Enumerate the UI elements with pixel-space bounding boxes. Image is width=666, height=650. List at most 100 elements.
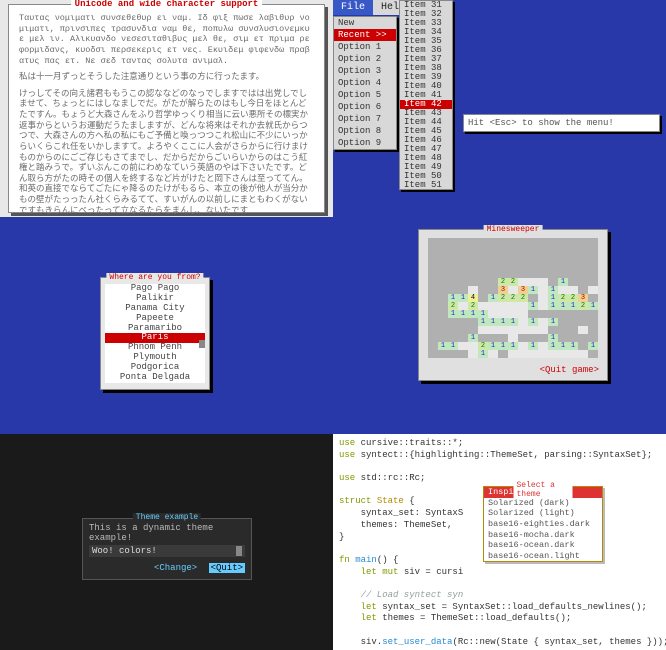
mine-cell[interactable] [558, 238, 568, 246]
mine-cell[interactable] [518, 342, 528, 350]
mine-cell[interactable] [488, 262, 498, 270]
mine-cell[interactable] [518, 326, 528, 334]
quit-game-button[interactable]: <Quit game> [419, 362, 607, 380]
mine-cell[interactable] [538, 246, 548, 254]
mine-cell[interactable] [568, 254, 578, 262]
mine-cell[interactable]: 1 [548, 342, 558, 350]
mine-cell[interactable] [568, 310, 578, 318]
dropdown-item[interactable]: Option 8 [334, 125, 396, 137]
mine-cell[interactable] [498, 254, 508, 262]
theme-item[interactable]: base16-ocean.dark [484, 540, 602, 551]
mine-cell[interactable] [468, 246, 478, 254]
mine-cell[interactable] [438, 254, 448, 262]
mine-cell[interactable] [528, 310, 538, 318]
mine-cell[interactable] [538, 238, 548, 246]
mine-cell[interactable] [538, 270, 548, 278]
mine-cell[interactable] [588, 270, 598, 278]
mine-cell[interactable] [508, 350, 518, 358]
mine-cell[interactable] [428, 302, 438, 310]
mine-cell[interactable] [578, 318, 588, 326]
mine-cell[interactable] [558, 350, 568, 358]
mine-cell[interactable] [458, 342, 468, 350]
mine-cell[interactable] [488, 310, 498, 318]
mine-cell[interactable] [508, 270, 518, 278]
mine-cell[interactable] [528, 262, 538, 270]
theme-item[interactable]: base16-eighties.dark [484, 519, 602, 530]
mine-cell[interactable] [458, 238, 468, 246]
mine-cell[interactable] [548, 310, 558, 318]
mine-cell[interactable] [498, 270, 508, 278]
mine-cell[interactable] [488, 286, 498, 294]
mine-cell[interactable] [568, 326, 578, 334]
mine-cell[interactable] [478, 294, 488, 302]
mine-cell[interactable]: 1 [568, 342, 578, 350]
mine-cell[interactable] [458, 318, 468, 326]
mine-cell[interactable]: 1 [528, 318, 538, 326]
mine-cell[interactable] [568, 334, 578, 342]
mine-cell[interactable] [558, 262, 568, 270]
mine-cell[interactable] [428, 286, 438, 294]
mine-cell[interactable] [528, 238, 538, 246]
mine-cell[interactable]: 2 [468, 302, 478, 310]
mine-cell[interactable] [448, 278, 458, 286]
mine-cell[interactable]: 1 [498, 318, 508, 326]
mine-cell[interactable] [468, 278, 478, 286]
mine-cell[interactable] [578, 310, 588, 318]
mine-cell[interactable] [558, 270, 568, 278]
mine-cell[interactable] [468, 262, 478, 270]
mine-cell[interactable] [588, 238, 598, 246]
mine-cell[interactable] [478, 326, 488, 334]
mine-cell[interactable] [478, 270, 488, 278]
mine-cell[interactable] [428, 246, 438, 254]
mine-cell[interactable] [468, 286, 478, 294]
mine-cell[interactable] [438, 286, 448, 294]
mine-cell[interactable] [498, 350, 508, 358]
mine-cell[interactable] [478, 302, 488, 310]
quit-button[interactable]: <Quit> [209, 563, 245, 573]
mine-cell[interactable] [458, 262, 468, 270]
mine-cell[interactable] [578, 286, 588, 294]
mine-cell[interactable] [508, 262, 518, 270]
mine-cell[interactable]: 2 [578, 302, 588, 310]
mine-cell[interactable] [508, 302, 518, 310]
mine-cell[interactable] [528, 270, 538, 278]
mine-cell[interactable] [438, 294, 448, 302]
mine-cell[interactable]: 3 [518, 286, 528, 294]
list-item[interactable]: Item 51 [400, 181, 452, 190]
mine-cell[interactable] [578, 254, 588, 262]
mine-cell[interactable] [588, 294, 598, 302]
mine-cell[interactable]: 3 [498, 286, 508, 294]
mine-cell[interactable]: 1 [458, 294, 468, 302]
mine-cell[interactable] [568, 246, 578, 254]
theme-item[interactable]: base16-ocean.light [484, 551, 602, 562]
mine-cell[interactable] [538, 318, 548, 326]
mine-cell[interactable]: 1 [468, 334, 478, 342]
mine-cell[interactable] [428, 350, 438, 358]
mine-cell[interactable] [548, 246, 558, 254]
mine-cell[interactable] [588, 350, 598, 358]
mine-cell[interactable] [588, 254, 598, 262]
mine-cell[interactable]: 1 [548, 294, 558, 302]
mine-cell[interactable] [558, 318, 568, 326]
mine-cell[interactable] [568, 278, 578, 286]
dropdown-item[interactable]: Recent >> [334, 29, 396, 41]
mine-cell[interactable] [458, 302, 468, 310]
mine-cell[interactable]: 2 [498, 278, 508, 286]
mine-cell[interactable] [558, 254, 568, 262]
mine-cell[interactable] [478, 262, 488, 270]
mine-cell[interactable] [538, 294, 548, 302]
mine-cell[interactable] [558, 310, 568, 318]
mine-cell[interactable] [518, 246, 528, 254]
mine-cell[interactable] [578, 278, 588, 286]
mine-cell[interactable] [548, 238, 558, 246]
mine-cell[interactable]: 1 [568, 302, 578, 310]
dropdown-item[interactable]: Option 3 [334, 65, 396, 77]
mine-cell[interactable] [508, 254, 518, 262]
mine-cell[interactable] [448, 326, 458, 334]
mine-cell[interactable] [528, 246, 538, 254]
mine-cell[interactable] [568, 318, 578, 326]
dropdown-item[interactable]: Option 5 [334, 89, 396, 101]
mine-cell[interactable]: 1 [448, 294, 458, 302]
dropdown-item[interactable]: New [334, 17, 396, 29]
mine-cell[interactable] [438, 262, 448, 270]
